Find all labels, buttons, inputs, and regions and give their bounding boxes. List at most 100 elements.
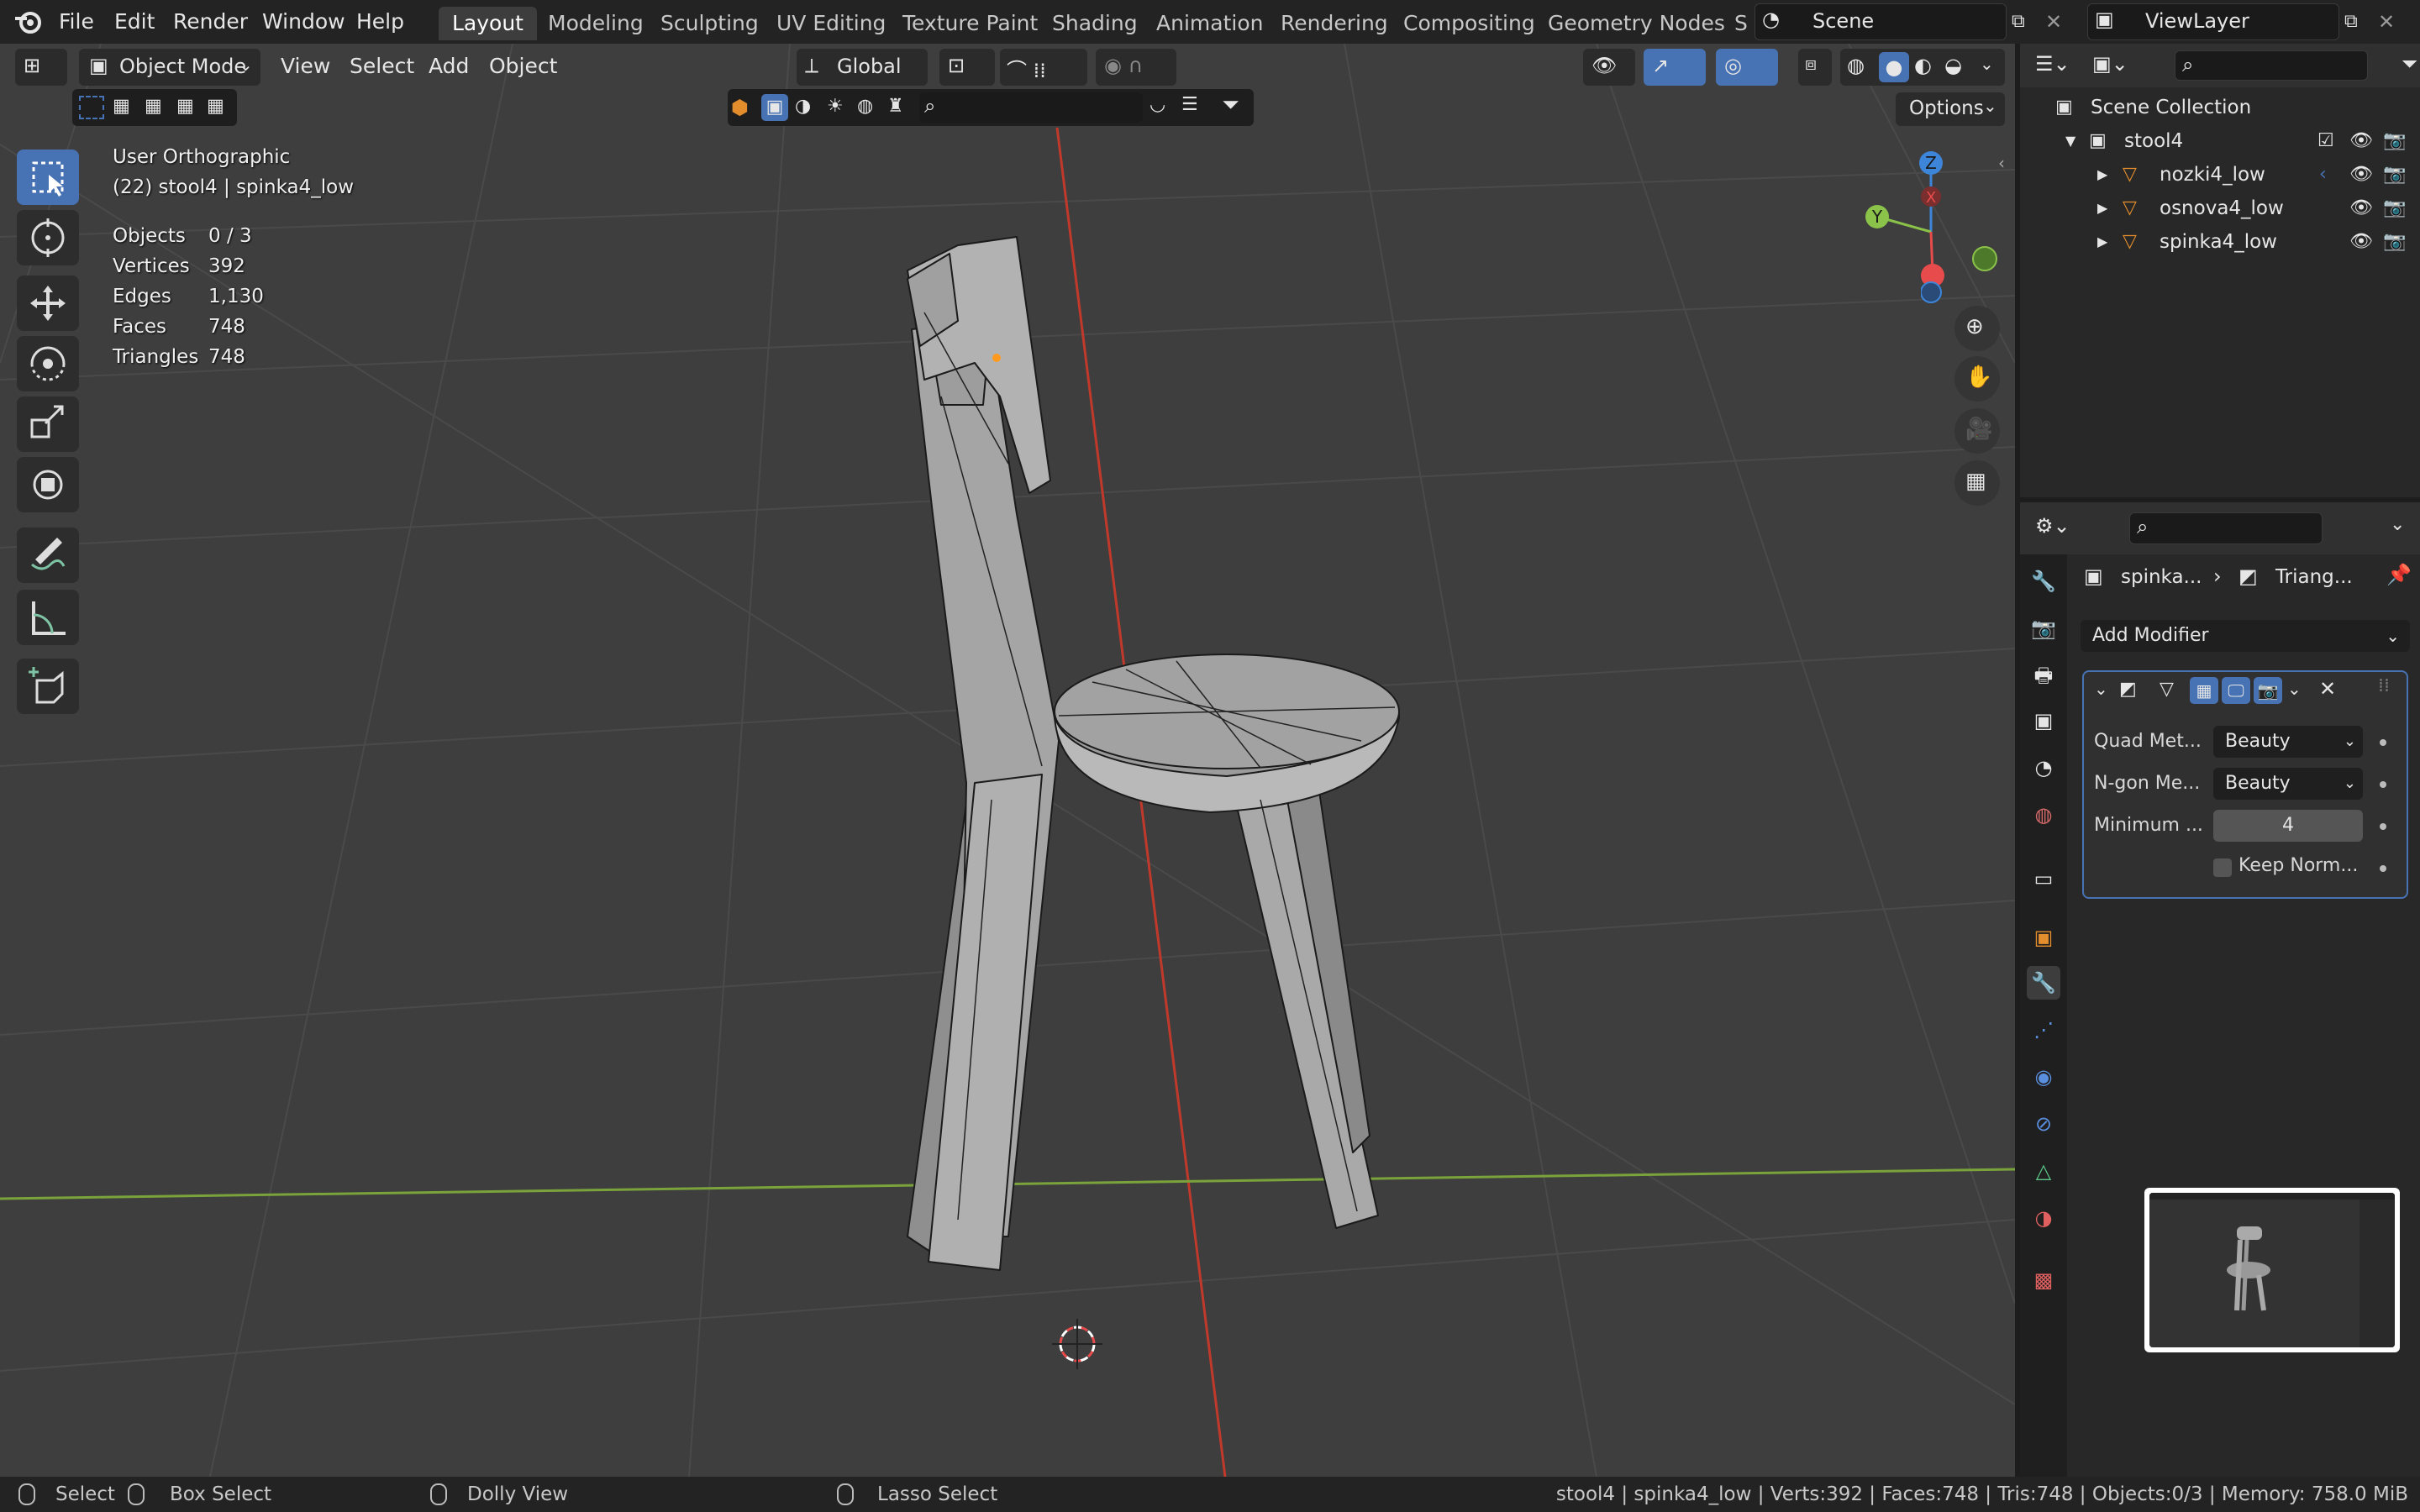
zoom-button[interactable]: ⊕ [1954,306,2000,351]
breadcrumb-modifier[interactable]: Triang... [2275,566,2353,588]
new-scene-icon[interactable]: ⧉ [2012,0,2025,44]
tab-output[interactable]: 🖶 [2027,659,2060,692]
wireframe-shading-icon[interactable]: ◍ [1847,54,1865,77]
overlay-toggle-button[interactable]: ◎ [1716,49,1778,86]
smooth-icon[interactable]: ◡ [1150,94,1165,115]
camera-icon[interactable]: 📷 [2383,192,2406,225]
viewport-select-icon[interactable]: ▣ [761,94,788,121]
tab-shading[interactable]: Shading [1039,7,1151,40]
chevron-down-icon[interactable]: ⌄ [2287,679,2302,699]
tab-geometry-nodes[interactable]: Geometry Nodes [1534,7,1739,40]
xray-toggle-button[interactable]: ⧈ [1798,49,1832,86]
gizmo-neg-z-axis[interactable] [1921,279,1954,312]
tool-add-cube[interactable] [17,659,79,714]
tab-sculpting[interactable]: Sculpting [647,7,772,40]
object-row[interactable]: ▶ ▽ osnova4_low 👁 📷 [2020,192,2420,225]
edit-mode-icon[interactable]: ▦ [2190,677,2218,704]
proportional-edit-button[interactable]: ◉ ∩ [1096,49,1176,86]
keyframe-dot[interactable] [2380,739,2386,746]
tool-settings-bar[interactable]: ⬢ ▣ ◑ ☀ ◍ ♜ ⌕ ◡ ☰ ⏷ [728,89,1254,126]
menu-render[interactable]: Render [173,0,248,44]
new-view-layer-icon[interactable]: ⧉ [2344,0,2358,44]
menu-object[interactable]: Object [489,54,557,78]
shading-modes[interactable]: ◍ ● ◐ ◒ ⌄ [1840,49,2005,86]
chevron-down-icon[interactable]: ⌄ [1980,54,1994,74]
object-row[interactable]: ▶ ▽ spinka4_low 👁 📷 [2020,225,2420,259]
keyframe-dot[interactable] [2380,781,2386,788]
display-mode-icon[interactable]: ▣⌄ [2092,52,2128,76]
filter-icon[interactable]: ⏷ [1222,92,1239,118]
sphere-icon[interactable]: ◑ [795,96,811,117]
menu-file[interactable]: File [59,0,94,44]
select-extend-icon[interactable]: ▦ [113,96,130,117]
menu-window[interactable]: Window [262,0,345,44]
tab-view-layer[interactable]: ▣ [2027,704,2060,738]
tab-render[interactable]: 📷 [2027,612,2060,645]
tab-world[interactable]: ◍ [2027,798,2060,832]
perspective-toggle-button[interactable]: ▦ [1954,460,2000,506]
tab-modifiers[interactable]: 🔧 [2027,966,2060,1000]
world-icon[interactable]: ◍ [857,96,873,117]
checkbox-icon[interactable]: ☑ [2317,124,2334,158]
sidebar-toggle-icon[interactable]: ‹ [1998,153,2005,173]
filter-icon[interactable]: ⏷ [2402,52,2417,76]
tab-uv-editing[interactable]: UV Editing [763,7,899,40]
outliner-search-input[interactable]: ⌕ [2175,50,2368,81]
pin-icon[interactable]: 📌 [2386,563,2412,586]
selection-mode-buttons[interactable]: ▦ ▦ ▦ ▦ [72,89,237,126]
tab-collection[interactable]: ▭ [2027,862,2060,895]
tab-material[interactable]: ◑ [2027,1201,2060,1235]
list-icon[interactable]: ☰ [1181,94,1198,115]
eye-icon[interactable]: 👁 [2349,124,2373,158]
select-new-icon[interactable] [79,96,104,119]
expand-arrow-icon[interactable]: ▶ [2097,225,2107,259]
object-row[interactable]: ▶ ▽ nozki4_low ‹ 👁 📷 [2020,158,2420,192]
eye-icon[interactable]: 👁 [2349,225,2373,259]
tab-physics[interactable]: ◉ [2027,1060,2060,1094]
delete-view-layer-icon[interactable]: ✕ [2378,0,2395,44]
menu-add[interactable]: Add [429,54,469,78]
pan-button[interactable]: ✋ [1954,356,2000,402]
menu-select[interactable]: Select [350,54,414,78]
delete-scene-icon[interactable]: ✕ [2045,0,2062,44]
tab-rendering[interactable]: Rendering [1267,7,1402,40]
camera-view-button[interactable]: 🎥 [1954,408,2000,454]
3d-viewport[interactable]: ⊞ ▣ Object Mode ⌄ View Select Add Object… [0,44,2015,1477]
tab-texture[interactable]: ▩ [2027,1263,2060,1297]
viewport-search-input[interactable] [919,92,1143,123]
preview-thumbnail[interactable] [2144,1188,2400,1352]
minimum-vertices-field[interactable]: 4 [2213,810,2363,842]
tab-data[interactable]: △ [2027,1154,2060,1188]
tab-tool[interactable]: 🔧 [2027,564,2060,598]
menu-help[interactable]: Help [356,0,404,44]
tool-transform[interactable] [17,457,79,512]
keep-normals-checkbox[interactable] [2213,858,2232,877]
tab-compositing[interactable]: Compositing [1390,7,1549,40]
viewport-display-icon[interactable]: 🖵 [2222,677,2250,704]
select-intersect-icon[interactable]: ▦ [207,96,224,117]
keyframe-dot[interactable] [2380,865,2386,872]
camera-icon[interactable]: 📷 [2383,158,2406,192]
tab-particles[interactable]: ⋰ [2027,1013,2060,1047]
tool-rotate[interactable] [17,336,79,391]
solid-shading-icon[interactable]: ● [1879,52,1909,82]
breadcrumb-object[interactable]: spinka... [2121,566,2202,588]
tool-move[interactable] [17,276,79,331]
collapse-chevron-icon[interactable]: ⌄ [2094,679,2108,699]
properties-search-input[interactable]: ⌕ [2129,512,2323,544]
transform-orientation-selector[interactable]: ⟂ Global [797,49,928,86]
editor-type-icon[interactable]: ☰⌄ [2035,52,2070,76]
navigation-gizmo[interactable]: Z Y X [1857,148,2000,291]
pivot-point-button[interactable]: ⊡ [939,49,995,86]
ngon-method-dropdown[interactable]: Beauty ⌄ [2213,768,2363,800]
options-dropdown[interactable]: Options ⌄ [1896,92,2005,126]
tab-scene[interactable]: ◔ [2027,751,2060,785]
view-layer-selector[interactable]: ▣ ViewLayer [2087,3,2339,40]
expand-arrow-icon[interactable]: ▶ [2097,158,2107,192]
object-type-icon[interactable]: ⬢ [731,96,749,119]
editor-type-button[interactable]: ⊞ [15,49,67,86]
editor-type-icon[interactable]: ⚙⌄ [2035,514,2070,538]
material-shading-icon[interactable]: ◐ [1914,54,1932,77]
camera-icon[interactable]: 📷 [2383,124,2406,158]
tab-constraints[interactable]: ⊘ [2027,1107,2060,1141]
